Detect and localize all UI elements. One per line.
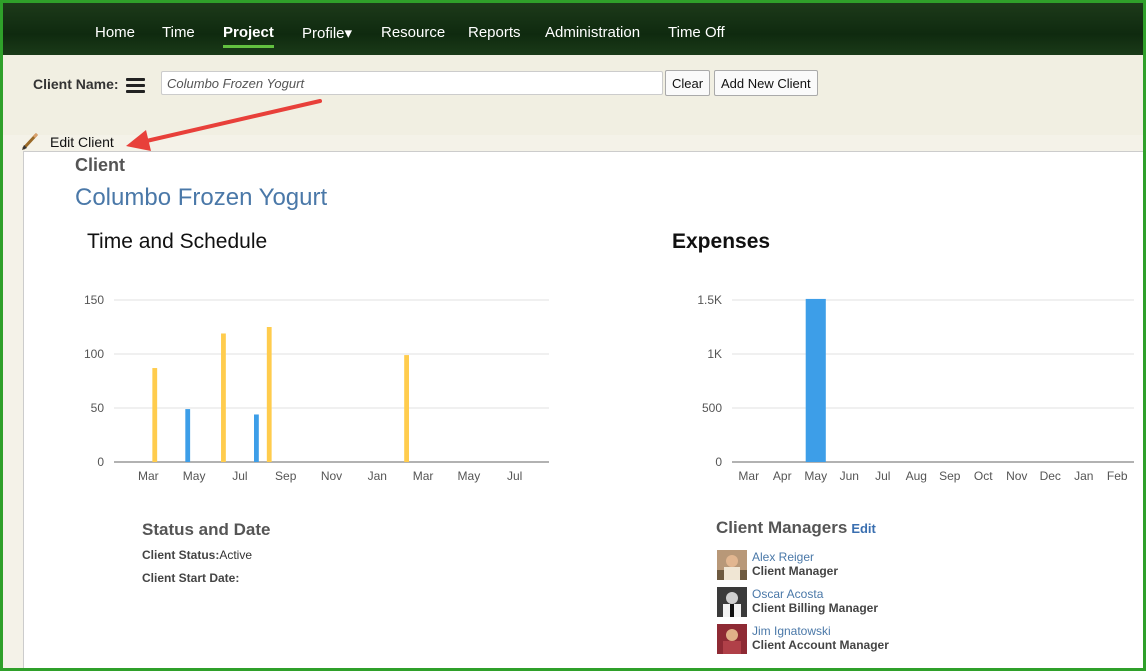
manager-name[interactable]: Oscar Acosta <box>752 587 823 601</box>
add-new-client-button[interactable]: Add New Client <box>714 70 818 96</box>
x-tick-label: Mar <box>413 469 434 483</box>
nav-home[interactable]: Home <box>95 24 135 41</box>
time-schedule-chart: 0 50 100 150 Mar May Jul Sep Nov Jan Mar May Jul <box>84 293 549 483</box>
annotation-arrow <box>126 99 322 151</box>
expenses-chart: 0 500 1K 1.5K Mar Apr May Jun Jul Aug Sep Oct Nov Dec… <box>697 293 1134 483</box>
edit-managers-link[interactable]: Edit <box>851 521 876 536</box>
x-tick-label: Mar <box>738 469 759 483</box>
nav-time-off[interactable]: Time Off <box>668 24 725 41</box>
x-tick-label: Sep <box>275 469 297 483</box>
client-managers-title: Client Managers <box>716 518 848 537</box>
expenses-chart-title: Expenses <box>672 230 771 253</box>
x-tick-label: Jul <box>875 469 890 483</box>
bar <box>266 327 272 462</box>
y-tick-label: 100 <box>84 347 104 361</box>
pencil-icon <box>22 132 39 150</box>
avatar <box>717 587 747 617</box>
x-tick-label: Nov <box>1006 469 1027 483</box>
nav-reports[interactable]: Reports <box>468 24 521 41</box>
y-tick-label: 500 <box>702 401 722 415</box>
client-status-label: Client Status: <box>142 548 220 562</box>
x-tick-label: Mar <box>138 469 159 483</box>
nav-profile[interactable]: Profile▾ <box>302 24 352 42</box>
x-tick-label: Jul <box>232 469 247 483</box>
x-tick-label: Jan <box>368 469 387 483</box>
client-managers-header: Client Managers Edit <box>716 518 876 538</box>
y-tick-label: 0 <box>97 455 104 469</box>
bar <box>152 368 158 462</box>
client-start-date-row: Client Start Date: <box>142 571 239 585</box>
client-name-label: Client Name: <box>33 76 119 92</box>
nav-administration[interactable]: Administration <box>545 24 640 41</box>
client-title: Columbo Frozen Yogurt <box>75 184 328 211</box>
manager-role: Client Account Manager <box>752 638 889 652</box>
x-tick-label: Aug <box>906 469 927 483</box>
x-tick-label: May <box>183 469 206 483</box>
x-tick-label: May <box>804 469 827 483</box>
manager-role: Client Manager <box>752 564 839 578</box>
client-list-menu-icon[interactable] <box>126 78 145 93</box>
bar <box>254 414 259 462</box>
y-tick-label: 1K <box>707 347 722 361</box>
x-tick-label: Jun <box>840 469 859 483</box>
section-label: Client <box>75 155 126 175</box>
nav-time[interactable]: Time <box>162 24 195 41</box>
x-tick-label: Nov <box>321 469 342 483</box>
x-tick-label: Jan <box>1074 469 1093 483</box>
manager-role: Client Billing Manager <box>752 601 879 615</box>
avatar <box>717 624 747 654</box>
top-navigation: Home Time Project Profile▾ Resource Repo… <box>3 3 1143 55</box>
edit-client-label: Edit Client <box>50 134 114 150</box>
client-start-date-label: Client Start Date: <box>142 571 240 585</box>
y-tick-label: 0 <box>715 455 722 469</box>
y-tick-label: 50 <box>91 401 105 415</box>
client-detail-panel: Client Columbo Frozen Yogurt Time and Sc… <box>23 151 1143 668</box>
client-name-input[interactable] <box>161 71 663 95</box>
x-tick-label: Sep <box>939 469 961 483</box>
client-status-row: Client Status:Active <box>142 548 252 562</box>
x-tick-label: Feb <box>1107 469 1128 483</box>
x-tick-label: Oct <box>974 469 993 483</box>
bar <box>404 355 409 462</box>
status-and-date-title: Status and Date <box>142 520 271 539</box>
bar <box>805 298 826 462</box>
client-status-value: Active <box>219 548 253 562</box>
nav-project[interactable]: Project <box>223 24 274 48</box>
x-tick-label: Apr <box>773 469 792 483</box>
x-tick-label: Jul <box>507 469 522 483</box>
time-chart-title: Time and Schedule <box>87 230 268 253</box>
app-frame: Home Time Project Profile▾ Resource Repo… <box>0 0 1146 671</box>
y-tick-label: 1.5K <box>697 293 722 307</box>
x-tick-label: May <box>458 469 481 483</box>
manager-name[interactable]: Alex Reiger <box>752 550 814 564</box>
bar <box>221 333 226 462</box>
clear-button[interactable]: Clear <box>665 70 711 96</box>
nav-resource[interactable]: Resource <box>381 24 445 41</box>
manager-name[interactable]: Jim Ignatowski <box>752 624 831 638</box>
bar <box>185 409 191 462</box>
x-tick-label: Dec <box>1040 469 1061 483</box>
y-tick-label: 150 <box>84 293 104 307</box>
avatar <box>717 550 747 580</box>
